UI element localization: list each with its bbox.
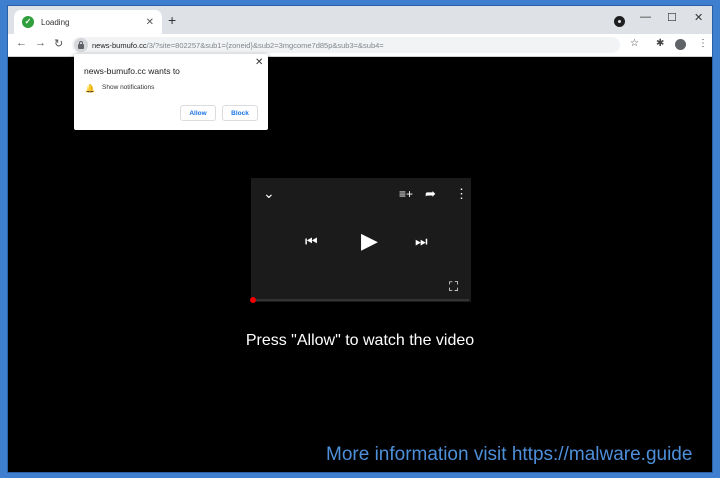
- extensions-icon[interactable]: ✱: [656, 38, 664, 49]
- new-tab-icon[interactable]: +: [168, 12, 176, 28]
- allow-button[interactable]: Allow: [180, 105, 216, 121]
- address-bar[interactable]: news-bumufo.cc/3/?site=802257&sub1={zone…: [72, 37, 620, 53]
- tab-loading[interactable]: ✓ Loading ✕: [14, 10, 162, 34]
- favicon-icon: ✓: [22, 16, 34, 28]
- play-icon[interactable]: ▶: [361, 230, 378, 252]
- watermark-text: More information visit https://malware.g…: [326, 444, 693, 465]
- permission-text: Show notifications: [102, 84, 155, 91]
- reload-icon[interactable]: ↻: [54, 37, 63, 50]
- chevron-down-icon[interactable]: ⌄: [263, 186, 275, 200]
- progress-bar[interactable]: [253, 299, 469, 301]
- lock-icon[interactable]: [74, 38, 88, 52]
- back-icon[interactable]: ←: [16, 37, 27, 49]
- bell-icon: 🔔: [85, 84, 95, 93]
- minimize-icon[interactable]: —: [640, 11, 651, 23]
- add-to-queue-icon[interactable]: ≡+: [399, 188, 413, 200]
- block-button[interactable]: Block: [222, 105, 258, 121]
- menu-icon[interactable]: ⋮: [698, 38, 708, 49]
- url-text: news-bumufo.cc/3/?site=802257&sub1={zone…: [92, 41, 384, 50]
- tab-strip: ✓ Loading ✕ + — ☐ ✕: [8, 6, 712, 34]
- cta-text: Press "Allow" to watch the video: [245, 332, 475, 349]
- browser-window: ✓ Loading ✕ + — ☐ ✕ ← → ↻ news-bumufo.cc…: [8, 6, 712, 472]
- more-options-icon[interactable]: ⋮: [455, 187, 468, 200]
- star-icon[interactable]: ☆: [630, 38, 639, 49]
- fake-video-player[interactable]: ⌄ ≡+ ➦ ⋮ ⏮ ▶ ⏭ ⛶: [251, 178, 471, 302]
- fullscreen-icon[interactable]: ⛶: [449, 280, 458, 293]
- close-window-icon[interactable]: ✕: [694, 11, 703, 24]
- share-icon[interactable]: ➦: [425, 187, 436, 200]
- tab-title: Loading: [41, 17, 70, 27]
- maximize-icon[interactable]: ☐: [667, 11, 677, 24]
- notification-permission-popup: news-bumufo.cc wants to ✕ 🔔 Show notific…: [74, 54, 268, 130]
- media-record-icon[interactable]: [614, 16, 625, 27]
- progress-handle[interactable]: [250, 297, 256, 303]
- profile-avatar-icon[interactable]: [675, 39, 686, 50]
- popup-close-icon[interactable]: ✕: [255, 57, 263, 68]
- url-host: news-bumufo.cc: [92, 40, 147, 50]
- forward-icon[interactable]: →: [35, 37, 46, 49]
- url-path: /3/?site=802257&sub1={zoneid}&sub2=3mgco…: [146, 40, 384, 50]
- tab-close-icon[interactable]: ✕: [146, 17, 154, 28]
- previous-icon[interactable]: ⏮: [305, 234, 318, 248]
- popup-title: news-bumufo.cc wants to: [84, 66, 180, 76]
- next-icon[interactable]: ⏭: [415, 234, 428, 248]
